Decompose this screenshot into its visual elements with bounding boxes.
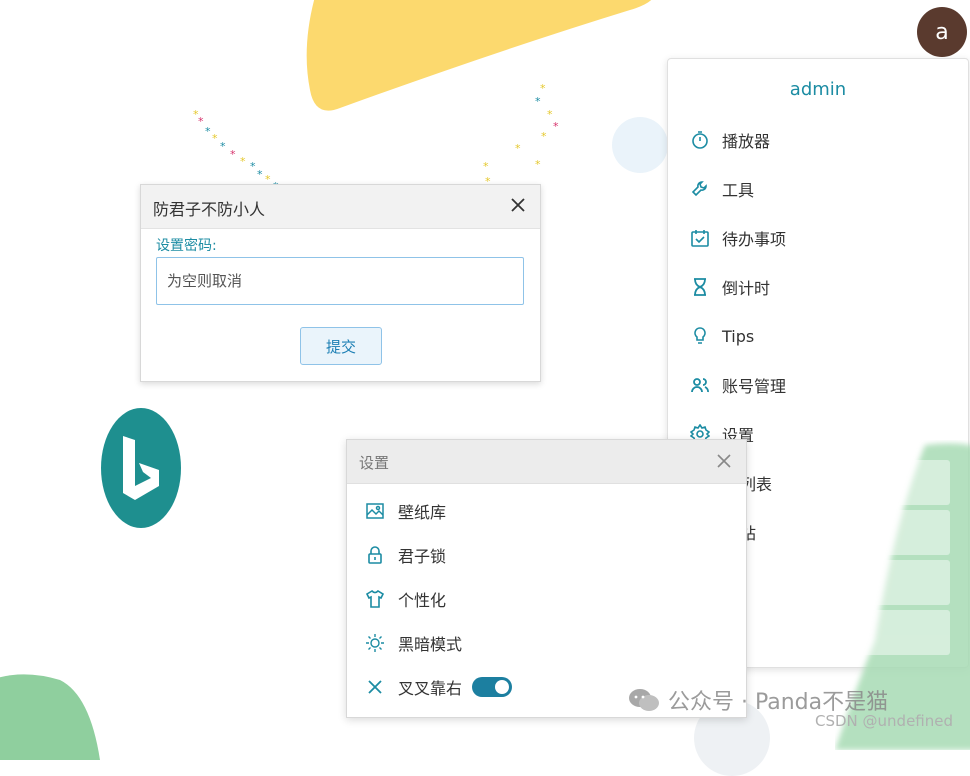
svg-text:*: * [250,160,256,173]
lightbulb-icon [690,326,710,346]
bing-icon [123,436,159,500]
svg-text:*: * [257,168,263,181]
close-right-toggle[interactable] [472,677,513,697]
svg-text:*: * [515,142,521,155]
setting-label: 叉叉靠右 [398,679,463,698]
settings-header [347,440,746,484]
menu-item-player[interactable]: 播放器 [690,125,770,155]
csdn-watermark: CSDN @undefined [815,712,954,730]
setting-lock[interactable]: 君子锁 [365,541,446,569]
svg-text:*: * [220,140,226,153]
hourglass-icon [690,277,710,297]
menu-item-todo[interactable]: 待办事项 [690,223,786,253]
wechat-icon [629,689,659,711]
setting-wallpaper[interactable]: 壁纸库 [365,497,446,525]
setting-label: 壁纸库 [398,503,447,522]
avatar-initial: a [935,19,949,45]
close-icon[interactable] [714,451,734,471]
setting-label: 黑暗模式 [398,635,463,654]
menu-item-label: Tips [722,326,755,346]
close-icon[interactable] [508,195,528,215]
setting-dark-mode[interactable]: 黑暗模式 [365,629,462,657]
menu-item-label: 倒计时 [722,279,771,298]
user-avatar[interactable]: a [917,7,967,57]
lock-password-dialog: 防君子不防小人 设置密码: 提交 [140,184,541,382]
menu-item-label: 播放器 [722,132,771,151]
svg-text:*: * [540,82,546,95]
green-decor-shape [0,674,100,760]
menu-item-label: 账号管理 [722,377,787,396]
svg-text:*: * [541,130,547,143]
svg-text:*: * [553,120,559,133]
timer-icon [690,130,710,150]
menu-item-countdown[interactable]: 倒计时 [690,272,770,302]
setting-label: 个性化 [398,591,447,610]
svg-text:*: * [230,148,236,161]
svg-text:*: * [198,115,204,128]
svg-text:*: * [240,155,246,168]
svg-text:*: * [205,125,211,138]
users-icon [690,375,710,395]
image-icon [365,501,385,521]
password-input[interactable] [156,257,524,305]
dialog-title: 防君子不防小人 [153,200,266,219]
calendar-check-icon [690,228,710,248]
menu-item-label: 工具 [722,181,755,200]
lock-icon [365,545,385,565]
bing-logo[interactable] [101,408,181,528]
decor-circle [612,117,668,173]
settings-title: 设置 [359,454,390,472]
setting-personalize[interactable]: 个性化 [365,585,446,613]
svg-text:*: * [535,158,541,171]
settings-panel: 设置 壁纸库 君子锁 个性化 黑暗模式 叉叉靠右 [346,439,747,718]
password-field-label: 设置密码: [156,238,217,254]
tshirt-icon [365,589,385,609]
menu-item-tools[interactable]: 工具 [690,174,754,204]
svg-text:*: * [483,160,489,173]
menu-item-accounts[interactable]: 账号管理 [690,370,786,400]
setting-close-right[interactable]: 叉叉靠右 [365,673,513,701]
close-x-icon [365,677,385,697]
menu-item-tips[interactable]: Tips [690,321,754,351]
wrench-icon [690,179,710,199]
submit-button[interactable]: 提交 [300,327,382,365]
menu-item-label: 待办事项 [722,230,787,249]
setting-label: 君子锁 [398,547,447,566]
sun-icon [365,633,385,653]
username-label: admin [789,79,847,100]
svg-text:*: * [212,132,218,145]
svg-text:*: * [535,95,541,108]
